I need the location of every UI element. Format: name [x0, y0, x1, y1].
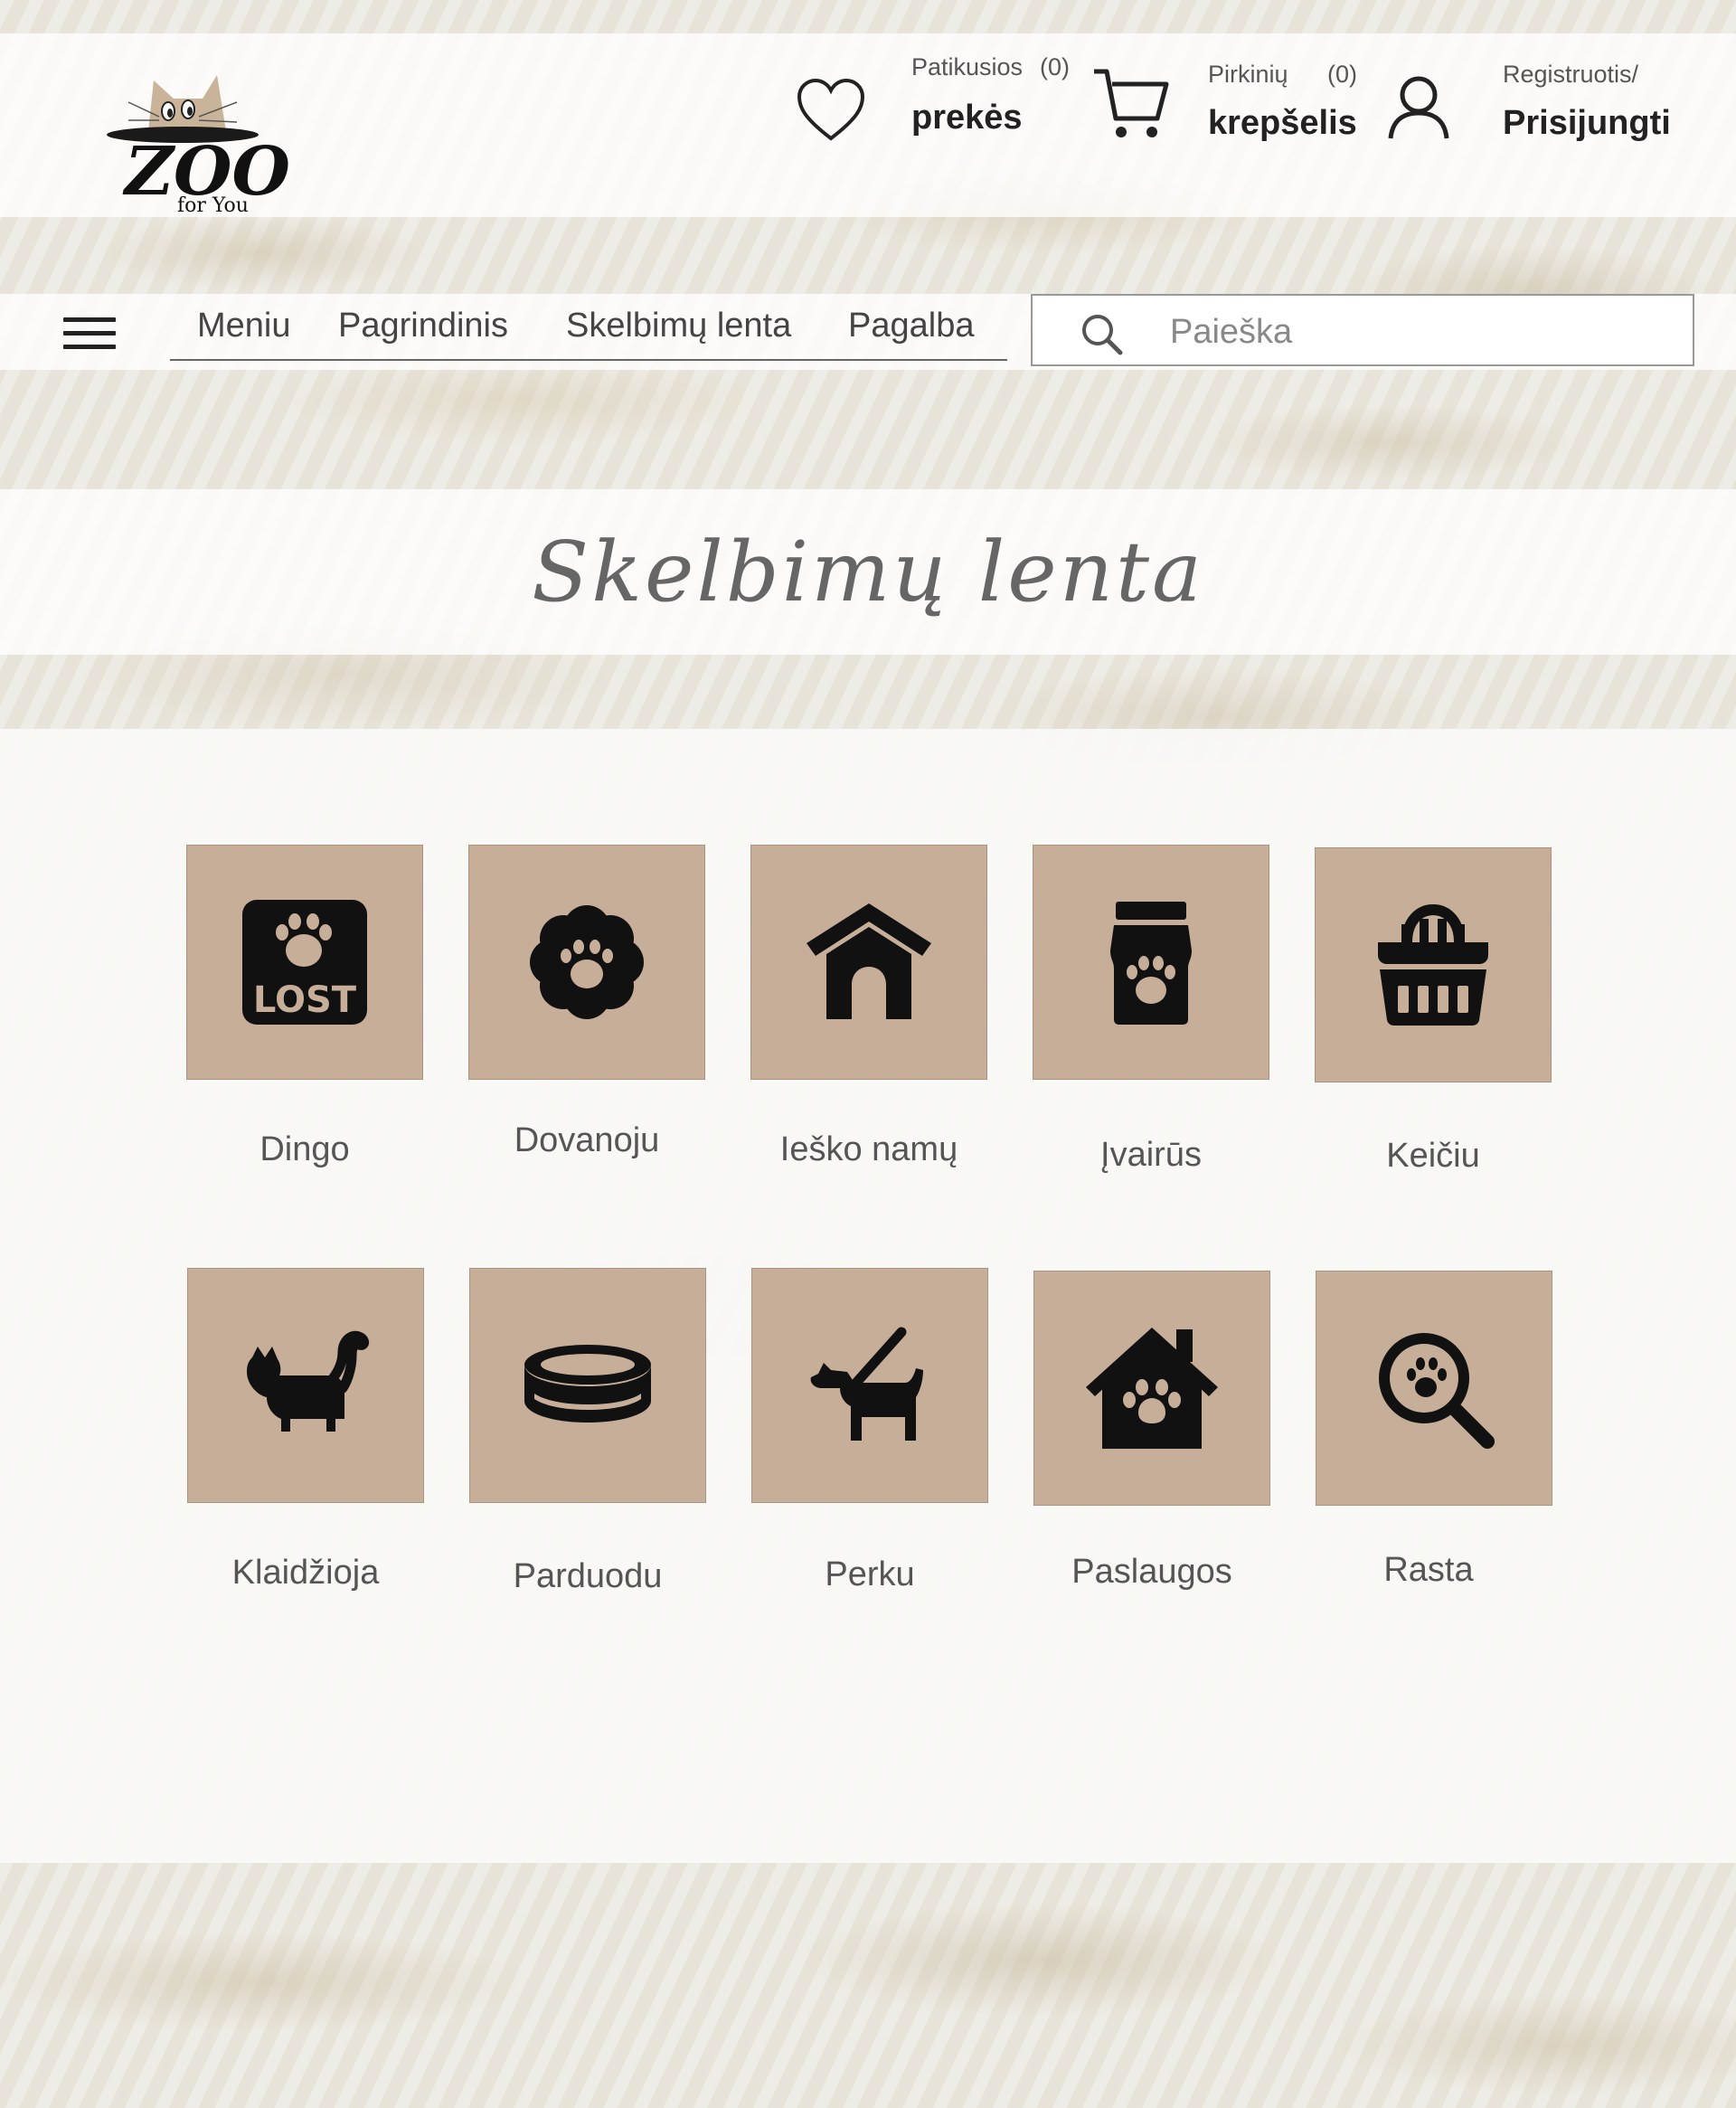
- dog-leash-icon: [810, 1327, 923, 1441]
- category-label: Dovanoju: [514, 1121, 660, 1159]
- category-label: Ieško namų: [779, 1130, 958, 1168]
- search-box: [1031, 294, 1694, 366]
- category-tile-dovanoju[interactable]: Dovanoju: [468, 845, 705, 1160]
- paw-search-icon: [1379, 1333, 1495, 1449]
- category-label: Dingo: [259, 1130, 350, 1168]
- category-tile-rasta[interactable]: Rasta: [1316, 1271, 1552, 1590]
- favorites-link[interactable]: prekės: [911, 99, 1023, 137]
- cat-icon: [247, 1330, 370, 1432]
- category-label: Parduodu: [513, 1557, 663, 1595]
- site-logo[interactable]: ZOO for You: [101, 43, 290, 223]
- category-label: Paslaugos: [1071, 1553, 1232, 1591]
- login-link[interactable]: Prisijungti: [1503, 104, 1671, 143]
- favorites-count: (0): [1040, 53, 1070, 80]
- favorites-label[interactable]: Patikusios: [911, 53, 1023, 81]
- nav-links: Meniu Pagrindinis Skelbimų lenta Pagalba: [170, 294, 1007, 361]
- hamburger-menu-icon[interactable]: [63, 317, 116, 352]
- category-label: Rasta: [1383, 1551, 1474, 1589]
- site-header: ZOO for You Patikusios (0) prekės Pirkin…: [0, 33, 1736, 217]
- search-icon[interactable]: [1080, 312, 1123, 355]
- user-icon[interactable]: [1387, 75, 1450, 140]
- category-tile-ivairus[interactable]: Įvairūs: [1033, 845, 1269, 1175]
- cart-link[interactable]: krepšelis: [1208, 104, 1357, 143]
- category-tile-dingo[interactable]: LOST Dingo: [186, 845, 423, 1169]
- nav-link-meniu[interactable]: Meniu: [197, 307, 291, 345]
- pet-carrier-icon: [1378, 903, 1488, 1026]
- register-link[interactable]: Registruotis/: [1503, 61, 1638, 89]
- category-grid: LOST Dingo Dovanoju Ieško namų Įvairūs K…: [0, 729, 1736, 1863]
- category-tile-paslaugos[interactable]: Paslaugos: [1033, 1271, 1270, 1592]
- cart-icon[interactable]: [1092, 66, 1170, 142]
- nav-link-pagalba[interactable]: Pagalba: [848, 307, 974, 345]
- cart-label[interactable]: Pirkinių: [1208, 61, 1288, 89]
- heart-icon[interactable]: [796, 77, 866, 142]
- paw-flower-icon: [530, 905, 644, 1019]
- nav-link-skelbimu-lenta[interactable]: Skelbimų lenta: [566, 307, 791, 345]
- cart-count: (0): [1327, 61, 1357, 88]
- category-tile-iesko-namu[interactable]: Ieško namų: [750, 845, 987, 1169]
- category-label: Perku: [825, 1555, 915, 1593]
- category-label: Klaidžioja: [231, 1554, 380, 1592]
- category-tile-klaidzioja[interactable]: Klaidžioja: [187, 1268, 424, 1593]
- paw-house-icon: [1086, 1328, 1218, 1449]
- category-tile-parduodu[interactable]: Parduodu: [469, 1268, 706, 1596]
- doghouse-icon: [807, 903, 931, 1019]
- category-tile-perku[interactable]: Perku: [751, 1268, 988, 1594]
- category-tile-keiciu[interactable]: Keičiu: [1315, 847, 1552, 1176]
- category-label: Įvairūs: [1100, 1136, 1202, 1174]
- lost-paw-icon: LOST: [242, 900, 367, 1025]
- page-title: Skelbimų lenta: [532, 524, 1204, 620]
- logo-subtext: for You: [177, 194, 249, 217]
- category-label: Keičiu: [1386, 1137, 1480, 1175]
- nav-link-pagrindinis[interactable]: Pagrindinis: [338, 307, 508, 345]
- main-navbar: Meniu Pagrindinis Skelbimų lenta Pagalba: [0, 294, 1736, 370]
- page-title-bar: Skelbimų lenta: [0, 489, 1736, 655]
- svg-text:LOST: LOST: [253, 979, 357, 1021]
- search-input[interactable]: [1168, 305, 1678, 359]
- pet-food-bag-icon: [1110, 902, 1192, 1025]
- pet-bowl-icon: [524, 1345, 651, 1423]
